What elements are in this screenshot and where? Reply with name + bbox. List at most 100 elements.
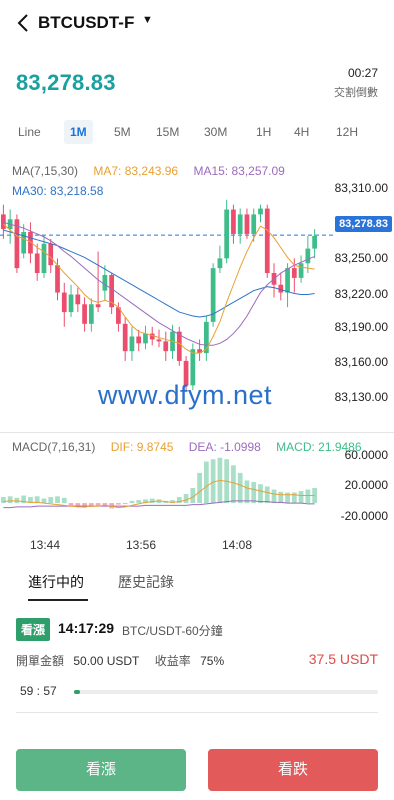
countdown-timer: 00:27 xyxy=(347,66,378,80)
price-axis-label: 83,220.00 xyxy=(334,287,388,301)
put-button[interactable]: 看跌 xyxy=(208,749,378,791)
order-amount-row: 開單金額 50.00 USDT 收益率 75% xyxy=(16,652,230,669)
macd-histogram-bar xyxy=(231,465,236,504)
tab-history[interactable]: 歷史記錄 xyxy=(118,572,174,592)
header: BTCUSDT-F ▼ xyxy=(0,0,394,46)
call-button[interactable]: 看漲 xyxy=(16,749,186,791)
interval-30m[interactable]: 30M xyxy=(198,120,233,144)
macd-axis-label: 60.0000 xyxy=(344,448,388,462)
rate-value: 75% xyxy=(200,654,225,668)
order-profit: 37.5 USDT xyxy=(308,651,378,667)
candle-body xyxy=(68,294,74,313)
interval-12h[interactable]: 12H xyxy=(330,120,364,144)
candle-body xyxy=(291,268,297,278)
interval-1m[interactable]: 1M xyxy=(64,120,93,144)
back-arrow-icon[interactable] xyxy=(14,10,34,36)
macd-histogram-bar xyxy=(1,497,6,504)
divider xyxy=(0,432,394,433)
interval-line[interactable]: Line xyxy=(12,120,47,144)
macd-histogram-bar xyxy=(7,496,13,504)
macd-histogram-bar xyxy=(203,461,209,504)
candle-body xyxy=(122,323,128,352)
macd-histogram-bar xyxy=(48,497,54,504)
interval-5m[interactable]: 5M xyxy=(108,120,137,144)
macd-histogram-bar xyxy=(122,503,128,505)
watermark: www.dfym.net xyxy=(98,380,273,410)
macd-histogram-bar xyxy=(278,491,284,504)
amount-value: 50.00 USDT xyxy=(73,654,140,668)
time-axis-label: 14:08 xyxy=(222,538,253,552)
time-axis-label: 13:44 xyxy=(30,538,61,552)
interval-4h[interactable]: 4H xyxy=(288,120,315,144)
order-progress-bar xyxy=(74,690,378,694)
tab-active-orders[interactable]: 進行中的 xyxy=(28,572,84,592)
order-tabs: 進行中的 歷史記錄 xyxy=(0,568,394,602)
candle-body xyxy=(48,243,54,266)
time-axis-label: 13:56 xyxy=(126,538,157,552)
candle-body xyxy=(251,214,257,234)
direction-badge: 看漲 xyxy=(16,618,51,641)
candle-body xyxy=(163,341,169,352)
macd-histogram-bar xyxy=(285,492,290,504)
candle-body xyxy=(88,304,94,324)
price-axis-label: 83,310.00 xyxy=(334,181,388,195)
candle-body xyxy=(156,339,162,342)
candle-body xyxy=(1,214,6,230)
price-axis-label: 83,190.00 xyxy=(334,320,388,334)
order-pair: BTC/USDT-60分鐘 xyxy=(122,624,223,638)
candle-body xyxy=(285,268,290,293)
price-axis-label: 83,160.00 xyxy=(334,355,388,369)
divider xyxy=(16,712,378,713)
macd-histogram-bar xyxy=(244,480,250,504)
macd-histogram-bar xyxy=(183,494,189,504)
candle-body xyxy=(55,265,60,293)
candle-body xyxy=(102,274,108,291)
macd-chart[interactable] xyxy=(0,452,394,532)
macd-histogram-bar xyxy=(258,484,263,504)
price-axis-label: 83,130.00 xyxy=(334,390,388,404)
candle-body xyxy=(264,208,270,274)
macd-histogram-bar xyxy=(264,486,270,504)
order-progress-fill xyxy=(74,690,81,694)
candle-body xyxy=(298,263,304,278)
countdown-label: 交割倒數 xyxy=(334,87,378,99)
price-axis-label: 83,250.00 xyxy=(334,251,388,265)
macd-histogram-bar xyxy=(305,489,311,504)
candle-body xyxy=(143,333,148,344)
amount-label: 開單金額 xyxy=(16,654,65,668)
macd-histogram-bar xyxy=(197,472,202,504)
active-tab-indicator xyxy=(28,599,88,601)
candle-body xyxy=(129,336,135,352)
last-price-tag: 83,278.83 xyxy=(335,216,392,232)
order-time: 14:17:29 xyxy=(58,620,115,636)
candle-body xyxy=(258,208,263,215)
macd-histogram-bar xyxy=(68,503,74,506)
candle-body xyxy=(41,243,47,274)
macd-histogram-bar xyxy=(116,503,121,505)
interval-15m[interactable]: 15M xyxy=(150,120,185,144)
candle-body xyxy=(312,235,317,249)
candle-body xyxy=(82,304,87,324)
symbol-title[interactable]: BTCUSDT-F xyxy=(38,13,134,33)
candle-body xyxy=(136,336,142,344)
macd-axis-label: -20.0000 xyxy=(340,509,388,523)
candle-body xyxy=(217,258,223,269)
macd-histogram-bar xyxy=(291,492,297,504)
macd-histogram-bar xyxy=(237,472,243,504)
candle-body xyxy=(231,209,236,234)
candle-body xyxy=(244,214,250,234)
macd-histogram-bar xyxy=(251,481,257,504)
caret-down-icon[interactable]: ▼ xyxy=(142,14,153,26)
macd-histogram-bar xyxy=(149,498,155,504)
candle-body xyxy=(75,294,81,305)
interval-1h[interactable]: 1H xyxy=(250,120,277,144)
macd-histogram-bar xyxy=(136,500,142,504)
candle-body xyxy=(61,292,67,313)
rate-label: 收益率 xyxy=(154,654,191,668)
macd-axis-label: 20.0000 xyxy=(344,478,388,492)
candle-body xyxy=(95,304,101,308)
macd-histogram-bar xyxy=(55,496,60,504)
macd-histogram-bar xyxy=(61,497,67,504)
candle-body xyxy=(34,253,40,274)
candle-body xyxy=(305,248,311,264)
